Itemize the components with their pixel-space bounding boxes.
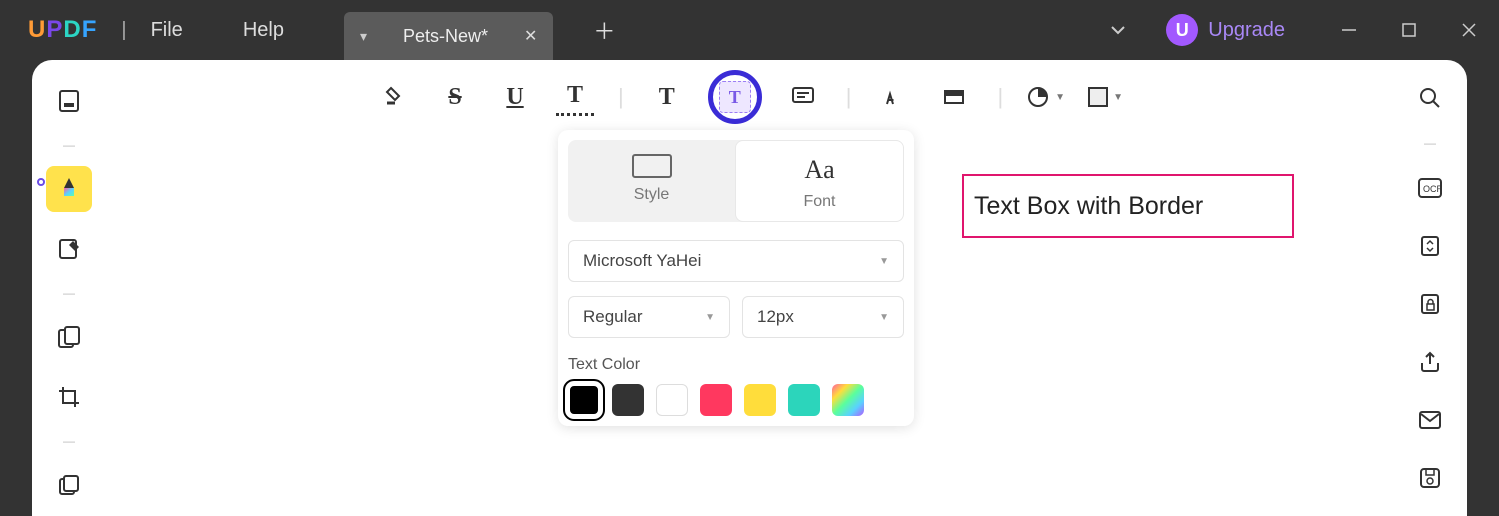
- font-size-value: 12px: [757, 307, 794, 327]
- font-family-dropdown[interactable]: Microsoft YaHei ▼: [568, 240, 904, 282]
- tool-eraser[interactable]: [935, 78, 973, 116]
- textbox-properties-panel: Style Aa Font Microsoft YaHei ▼ Regular …: [558, 130, 914, 426]
- window-close-button[interactable]: [1439, 0, 1499, 60]
- window-minimize-button[interactable]: [1319, 0, 1379, 60]
- sidebar-organize[interactable]: [46, 314, 92, 360]
- protect-icon[interactable]: [1410, 284, 1450, 324]
- caret-down-icon: ▼: [1055, 92, 1065, 103]
- swatch-rainbow[interactable]: [832, 384, 864, 416]
- swatch-dark[interactable]: [612, 384, 644, 416]
- tab-style[interactable]: Style: [568, 140, 735, 222]
- tool-underline[interactable]: U: [496, 78, 534, 116]
- menu-help[interactable]: Help: [243, 19, 284, 42]
- textbox-with-border[interactable]: Text Box with Border: [962, 174, 1294, 238]
- caret-down-icon: ▼: [1113, 92, 1123, 103]
- tab-label: Pets-New*: [403, 26, 488, 47]
- avatar: U: [1166, 14, 1198, 46]
- swatch-white[interactable]: [656, 384, 688, 416]
- separator: |: [121, 19, 126, 42]
- font-icon: Aa: [804, 155, 834, 185]
- svg-text:OCR: OCR: [1423, 184, 1442, 194]
- document-tab[interactable]: ▾ Pets-New* ✕: [344, 12, 553, 60]
- color-swatches: [568, 384, 904, 416]
- tool-stamp-dropdown[interactable]: ▼: [1027, 86, 1065, 108]
- textbox-icon: T: [719, 81, 751, 113]
- divider: —: [63, 286, 75, 300]
- font-weight-dropdown[interactable]: Regular ▼: [568, 296, 730, 338]
- caret-down-icon: ▼: [879, 312, 889, 323]
- separator: |: [846, 84, 852, 110]
- tab-font[interactable]: Aa Font: [735, 140, 904, 222]
- font-family-value: Microsoft YaHei: [583, 251, 701, 271]
- caret-down-icon: ▼: [879, 256, 889, 267]
- divider: —: [63, 434, 75, 448]
- email-icon[interactable]: [1410, 400, 1450, 440]
- tool-typewriter[interactable]: T: [648, 78, 686, 116]
- swatch-red[interactable]: [700, 384, 732, 416]
- tab-font-label: Font: [803, 193, 835, 211]
- tool-shape-dropdown[interactable]: ▼: [1087, 86, 1123, 108]
- tab-menu-icon[interactable]: ▾: [360, 28, 367, 45]
- separator: |: [997, 84, 1003, 110]
- tab-style-label: Style: [634, 186, 670, 204]
- tab-close-icon[interactable]: ✕: [524, 26, 537, 46]
- tool-sticky-note[interactable]: [784, 78, 822, 116]
- upgrade-label: Upgrade: [1208, 19, 1285, 42]
- separator: |: [618, 84, 624, 110]
- sidebar-crop[interactable]: [46, 374, 92, 420]
- upgrade-button[interactable]: U Upgrade: [1166, 14, 1285, 46]
- font-size-dropdown[interactable]: 12px ▼: [742, 296, 904, 338]
- text-color-label: Text Color: [568, 356, 904, 374]
- tabs-dropdown-icon[interactable]: [1110, 24, 1126, 36]
- convert-icon[interactable]: [1410, 226, 1450, 266]
- tool-pencil[interactable]: [875, 78, 913, 116]
- tool-textbox-active[interactable]: T: [708, 70, 762, 124]
- divider: —: [63, 138, 75, 152]
- sidebar-comment[interactable]: [46, 166, 92, 212]
- new-tab-button[interactable]: ＋: [593, 14, 615, 46]
- swatch-yellow[interactable]: [744, 384, 776, 416]
- tool-squiggly[interactable]: T: [556, 78, 594, 116]
- swatch-black[interactable]: [568, 384, 600, 416]
- sidebar-batch[interactable]: [46, 462, 92, 508]
- active-indicator-icon: [37, 178, 45, 186]
- caret-down-icon: ▼: [705, 312, 715, 323]
- tool-strikethrough[interactable]: S: [436, 78, 474, 116]
- divider: —: [1424, 136, 1436, 150]
- style-icon: [632, 154, 672, 178]
- app-logo: UPDF: [28, 16, 97, 44]
- share-icon[interactable]: [1410, 342, 1450, 382]
- window-maximize-button[interactable]: [1379, 0, 1439, 60]
- swatch-teal[interactable]: [788, 384, 820, 416]
- save-icon[interactable]: [1410, 458, 1450, 498]
- tool-highlighter[interactable]: [376, 78, 414, 116]
- font-weight-value: Regular: [583, 307, 643, 327]
- sidebar-edit[interactable]: [46, 226, 92, 272]
- menu-file[interactable]: File: [151, 19, 183, 42]
- ocr-icon[interactable]: OCR: [1410, 168, 1450, 208]
